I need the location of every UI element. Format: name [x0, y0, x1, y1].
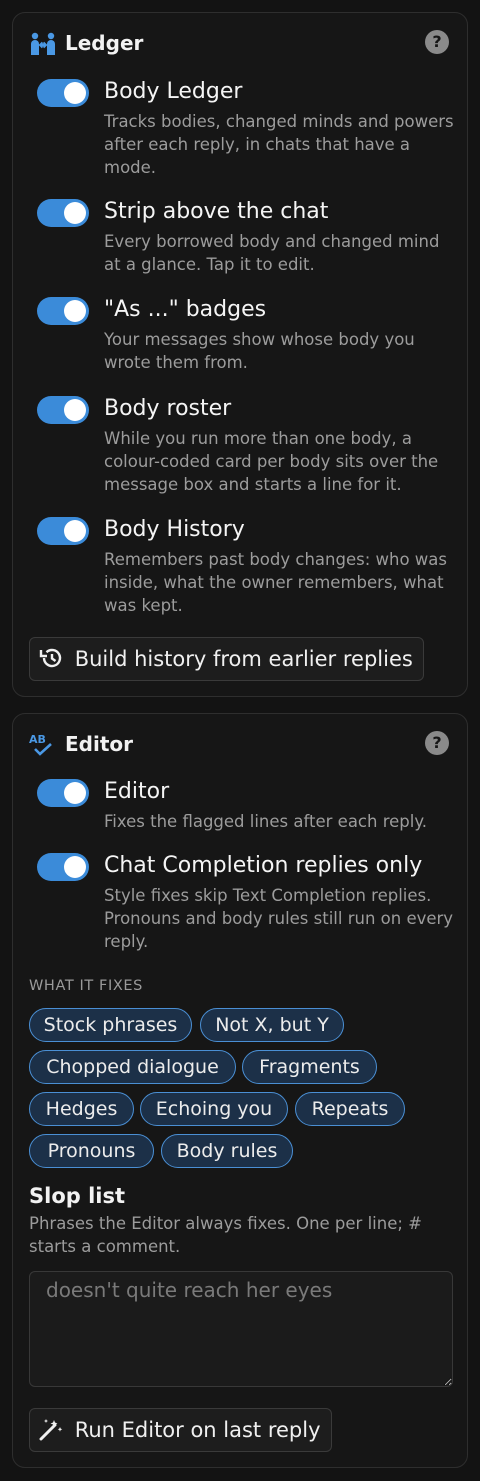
what-it-fixes-label: WHAT IT FIXES [29, 978, 143, 994]
build-history-label: Build history from earlier replies [74, 647, 413, 671]
toggle-knob [64, 782, 86, 804]
toggle-knob [64, 82, 86, 104]
option-desc: Your messages show whose body you wrote … [104, 330, 415, 372]
option-title: "As ..." badges [104, 297, 267, 322]
option-title: Chat Completion replies only [104, 853, 423, 878]
option-desc: Style fixes skip Text Completion replies… [104, 886, 454, 951]
ledger-help-button[interactable]: ? [425, 30, 449, 54]
slop-list-title: Slop list [29, 1184, 126, 1208]
editor-toggle[interactable] [37, 779, 89, 807]
history-icon [38, 647, 75, 671]
editor-title: Editor [65, 732, 133, 756]
option-title: Editor [104, 779, 170, 804]
fix-chip-fragments[interactable]: Fragments [242, 1050, 377, 1084]
run-editor-label: Run Editor on last reply [74, 1418, 321, 1442]
toggle-knob [64, 520, 86, 542]
option-desc: Every borrowed body and changed mind at … [104, 232, 440, 274]
option-title: Body Ledger [104, 79, 243, 104]
ledger-header: Ledger ? [29, 29, 451, 59]
option-desc: Fixes the flagged lines after each reply… [104, 812, 427, 831]
fix-chip-not-x-but-y[interactable]: Not X, but Y [200, 1008, 344, 1042]
editor-card: AB Editor ? Editor Fixes the flagged lin… [12, 713, 468, 1468]
fix-chip-echoing-you[interactable]: Echoing you [140, 1092, 288, 1126]
option-desc: Tracks bodies, changed minds and powers … [104, 112, 454, 177]
spellcheck-icon: AB [29, 732, 57, 758]
toggle-knob [64, 202, 86, 224]
slop-list-desc: Phrases the Editor always fixes. One per… [29, 1214, 422, 1256]
body-ledger-toggle[interactable] [37, 79, 89, 107]
fix-chip-stock-phrases[interactable]: Stock phrases [29, 1008, 192, 1042]
fix-chip-chopped-dialogue[interactable]: Chopped dialogue [29, 1050, 236, 1084]
ledger-card: Ledger ? Body Ledger Tracks bodies, chan… [12, 12, 468, 697]
editor-help-button[interactable]: ? [425, 731, 449, 755]
option-title: Body roster [104, 396, 232, 421]
toggle-knob [64, 399, 86, 421]
option-title: Strip above the chat [104, 199, 329, 224]
magic-wand-icon [38, 1418, 75, 1442]
toggle-knob [64, 300, 86, 322]
toggle-knob [64, 856, 86, 878]
fix-chip-body-rules[interactable]: Body rules [161, 1134, 293, 1168]
chat-completion-only-toggle[interactable] [37, 853, 89, 881]
fix-chip-repeats[interactable]: Repeats [295, 1092, 405, 1126]
body-history-toggle[interactable] [37, 517, 89, 545]
fix-chip-hedges[interactable]: Hedges [29, 1092, 134, 1126]
as-badges-toggle[interactable] [37, 297, 89, 325]
body-roster-toggle[interactable] [37, 396, 89, 424]
fix-chip-pronouns[interactable]: Pronouns [29, 1134, 154, 1168]
ledger-title: Ledger [65, 31, 144, 55]
slop-list-input[interactable] [29, 1271, 453, 1387]
strip-above-chat-toggle[interactable] [37, 199, 89, 227]
run-editor-button[interactable]: Run Editor on last reply [29, 1408, 332, 1452]
spellcheck-icon-text: AB [29, 733, 46, 746]
option-desc: While you run more than one body, a colo… [104, 429, 439, 494]
option-title: Body History [104, 517, 245, 542]
build-history-button[interactable]: Build history from earlier replies [29, 637, 424, 681]
editor-header: AB Editor ? [29, 730, 451, 760]
option-desc: Remembers past body changes: who was ins… [104, 550, 447, 615]
body-swap-icon [29, 31, 57, 57]
